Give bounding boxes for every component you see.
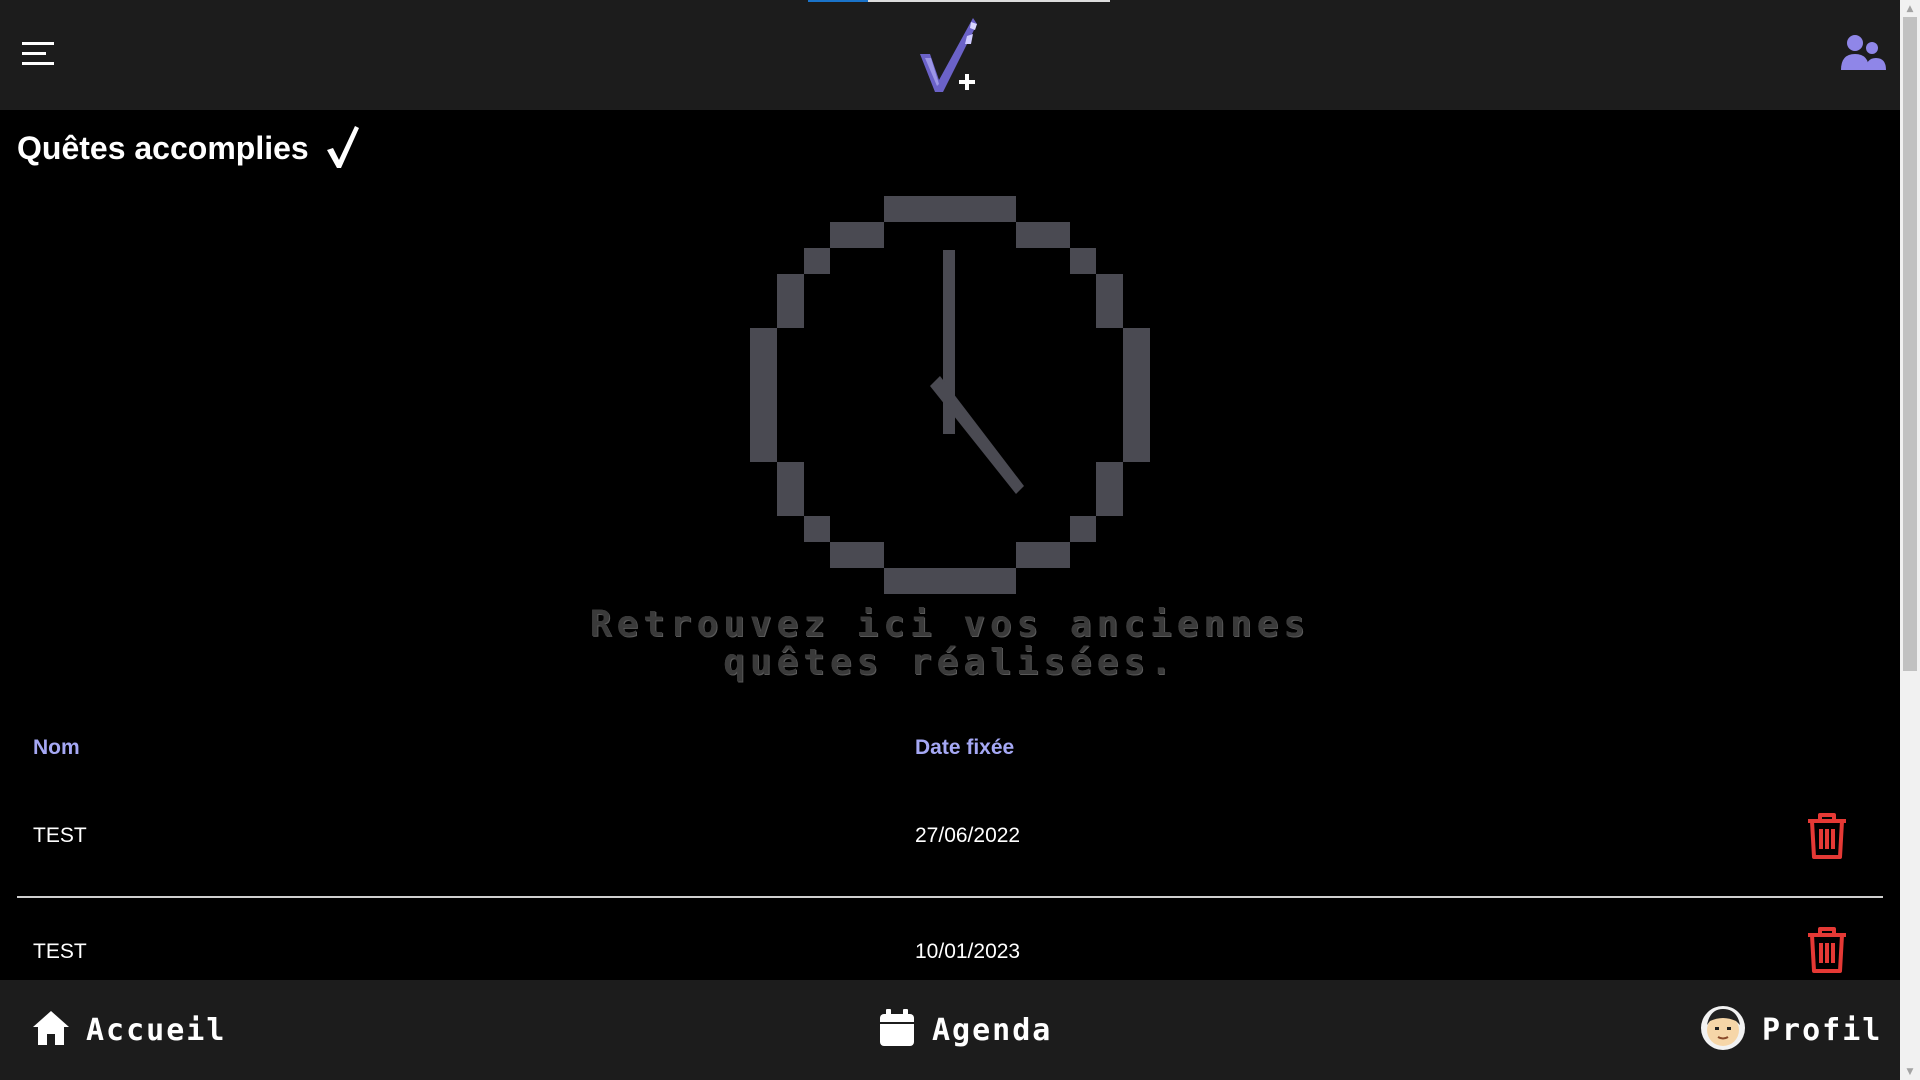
column-header-date[interactable]: Date fixée <box>915 736 1014 760</box>
nav-item-agenda[interactable]: Agenda <box>878 980 1052 1080</box>
loading-progress-bar <box>808 0 1110 2</box>
empty-state-message: Retrouvez ici vos anciennes quêtes réali… <box>450 606 1450 682</box>
quest-name: TEST <box>33 940 87 963</box>
nav-label-agenda: Agenda <box>932 1012 1053 1048</box>
nav-item-profil[interactable]: Profil <box>1700 980 1882 1080</box>
checkmark-icon <box>325 124 361 173</box>
scroll-down-arrow-icon[interactable]: ▼ <box>1900 1063 1920 1080</box>
table-row[interactable]: TEST 27/06/2022 <box>17 780 1883 898</box>
home-icon <box>32 1009 70 1052</box>
bottom-nav: Accueil Agenda Profil <box>0 980 1900 1080</box>
vertical-scrollbar[interactable]: ▲ ▼ <box>1900 0 1920 1080</box>
app-window: Quêtes accomplies Retrouvez ici vos anci… <box>0 0 1900 1080</box>
friends-icon[interactable] <box>1838 32 1888 76</box>
nav-label-accueil: Accueil <box>86 1012 227 1048</box>
empty-state-line2: quêtes réalisées. <box>723 642 1177 683</box>
hamburger-menu-icon[interactable] <box>20 38 56 70</box>
quest-date: 10/01/2023 <box>915 940 1021 963</box>
column-header-name[interactable]: Nom <box>33 736 80 760</box>
quest-name: TEST <box>33 824 87 847</box>
calendar-icon <box>878 1008 916 1053</box>
completed-quests-table: Nom Date fixée TEST 27/06/2022 TEST 10/0… <box>17 720 1883 1014</box>
avatar-icon <box>1700 1005 1746 1056</box>
quest-date: 27/06/2022 <box>915 824 1021 847</box>
page-title: Quêtes accomplies <box>17 124 361 173</box>
trash-icon[interactable] <box>1805 812 1849 860</box>
top-bar <box>0 0 1900 110</box>
table-header: Nom Date fixée <box>17 720 1883 780</box>
checkmark-plus-logo[interactable] <box>915 14 985 96</box>
loading-progress-fill <box>808 0 869 2</box>
scroll-up-arrow-icon[interactable]: ▲ <box>1900 0 1920 17</box>
scrollbar-thumb[interactable] <box>1903 17 1917 671</box>
nav-item-accueil[interactable]: Accueil <box>32 980 226 1080</box>
nav-label-profil: Profil <box>1762 1012 1883 1048</box>
empty-state-line1: Retrouvez ici vos anciennes <box>589 604 1311 645</box>
trash-icon[interactable] <box>1805 926 1849 974</box>
page-title-text: Quêtes accomplies <box>17 130 309 166</box>
pixel-clock-icon <box>750 196 1150 596</box>
